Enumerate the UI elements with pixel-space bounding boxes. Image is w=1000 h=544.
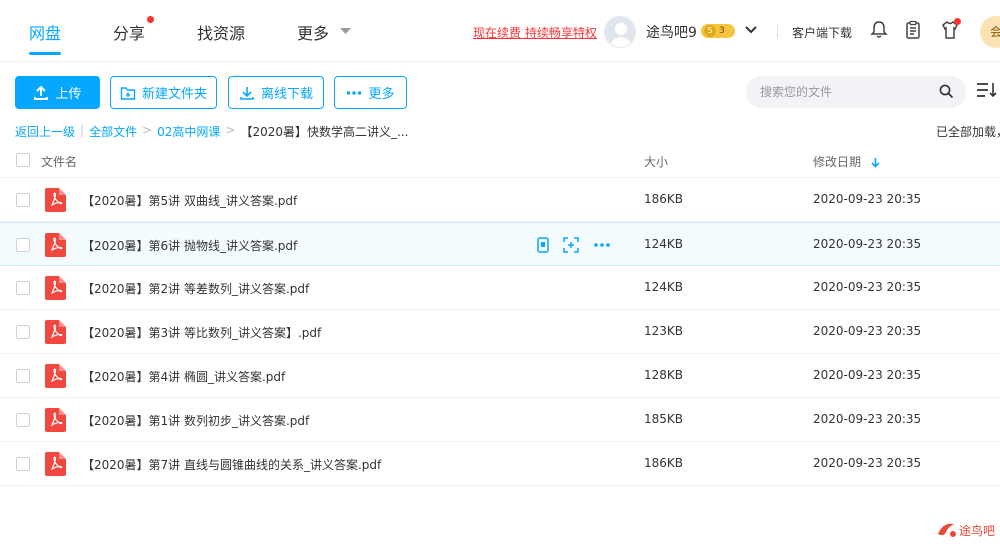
file-name[interactable]: 【2020暑】第5讲 双曲线_讲义答案.pdf	[82, 192, 297, 209]
offline-download-label: 离线下载	[260, 87, 313, 102]
watermark-text: 途鸟吧	[959, 523, 996, 538]
level-badge: 5 3	[701, 24, 735, 38]
tab-netdisk[interactable]: 网盘	[29, 20, 61, 44]
tab-more[interactable]: 更多	[297, 20, 329, 44]
file-name[interactable]: 【2020暑】第3讲 等比数列_讲义答案】.pdf	[82, 324, 321, 341]
sort-desc-icon[interactable]	[871, 157, 880, 168]
ellipsis-icon	[346, 90, 362, 96]
column-date-header[interactable]: 修改日期	[813, 153, 880, 170]
column-date-label: 修改日期	[813, 155, 862, 169]
phone-view-icon[interactable]	[537, 237, 549, 253]
new-folder-icon	[120, 85, 136, 101]
new-folder-label: 新建文件夹	[141, 87, 207, 102]
row-checkbox[interactable]	[16, 457, 30, 471]
share-link-icon[interactable]	[563, 237, 579, 253]
file-modified-date: 2020-09-23 20:35	[813, 192, 922, 206]
bell-icon[interactable]	[869, 20, 889, 40]
table-row[interactable]: 【2020暑】第4讲 椭圆_讲义答案.pdf 128KB 2020-09-23 20…	[0, 354, 1000, 398]
table-row[interactable]: 【2020暑】第2讲 等差数列_讲义答案.pdf 124KB 2020-09-23 …	[0, 266, 1000, 310]
breadcrumb-folder[interactable]: 02高中网课	[157, 123, 220, 140]
watermark-logo-icon	[938, 523, 956, 537]
vip-button[interactable]: 会	[980, 16, 1000, 48]
file-name[interactable]: 【2020暑】第1讲 数列初步_讲义答案.pdf	[82, 412, 309, 429]
pdf-file-icon	[45, 320, 66, 344]
watermark: 途鸟吧	[935, 520, 995, 540]
username[interactable]: 途鸟吧9	[646, 22, 697, 42]
active-tab-indicator	[29, 52, 61, 55]
file-name[interactable]: 【2020暑】第7讲 直线与圆锥曲线的关系_讲义答案.pdf	[82, 456, 381, 473]
column-name-header[interactable]: 文件名	[41, 153, 77, 170]
table-row[interactable]: 【2020暑】第5讲 双曲线_讲义答案.pdf 186KB 2020-09-23 2…	[0, 178, 1000, 222]
upload-label: 上传	[55, 87, 82, 102]
file-modified-date: 2020-09-23 20:35	[813, 324, 922, 338]
row-checkbox[interactable]	[16, 238, 30, 252]
pdf-file-icon	[45, 233, 66, 257]
tab-share[interactable]: 分享	[113, 20, 145, 44]
top-bar: 网盘 分享 找资源 更多 现在续费 持续畅享特权 途鸟吧9 5 3 客户端下载 …	[0, 0, 1000, 62]
file-modified-date: 2020-09-23 20:35	[813, 280, 922, 294]
offline-download-button[interactable]: 离线下载	[228, 76, 324, 109]
pdf-file-icon	[45, 276, 66, 300]
file-modified-date: 2020-09-23 20:35	[813, 237, 922, 251]
more-dropdown-icon[interactable]	[340, 28, 351, 35]
pdf-file-icon	[45, 452, 66, 476]
file-name[interactable]: 【2020暑】第6讲 抛物线_讲义答案.pdf	[82, 237, 297, 254]
level-coin-icon: 5	[704, 25, 716, 37]
table-row[interactable]: 【2020暑】第6讲 抛物线_讲义答案.pdf 124KB 2020-09-23 2…	[0, 222, 1000, 266]
pdf-file-icon	[45, 408, 66, 432]
share-notification-dot	[147, 16, 154, 23]
row-more-icon[interactable]	[593, 237, 611, 253]
new-folder-button[interactable]: 新建文件夹	[110, 76, 217, 109]
select-all-checkbox[interactable]	[16, 153, 30, 167]
upload-button[interactable]: 上传	[15, 76, 100, 109]
skin-notification-dot	[954, 18, 961, 25]
sort-list-icon[interactable]	[976, 81, 998, 99]
row-checkbox[interactable]	[16, 281, 30, 295]
table-row[interactable]: 【2020暑】第7讲 直线与圆锥曲线的关系_讲义答案.pdf 186KB 2020-…	[0, 442, 1000, 486]
table-header: 文件名 大小 修改日期	[0, 144, 1000, 178]
divider	[777, 24, 778, 38]
file-size: 123KB	[644, 324, 684, 338]
table-row[interactable]: 【2020暑】第3讲 等比数列_讲义答案】.pdf 123KB 2020-09-23…	[0, 310, 1000, 354]
tab-find-resources[interactable]: 找资源	[197, 20, 245, 44]
more-actions-label: 更多	[368, 87, 395, 102]
more-actions-button[interactable]: 更多	[334, 76, 407, 109]
file-modified-date: 2020-09-23 20:35	[813, 456, 922, 470]
row-checkbox[interactable]	[16, 413, 30, 427]
column-size-header[interactable]: 大小	[644, 153, 668, 170]
file-modified-date: 2020-09-23 20:35	[813, 368, 922, 382]
upload-icon	[33, 85, 49, 101]
row-actions	[537, 237, 611, 253]
client-download-link[interactable]: 客户端下载	[792, 24, 852, 41]
file-size: 124KB	[644, 280, 684, 294]
breadcrumb-back[interactable]: 返回上一级	[15, 123, 75, 140]
load-status: 已全部加载，	[936, 125, 1000, 139]
search-icon[interactable]	[939, 84, 954, 99]
row-checkbox[interactable]	[16, 325, 30, 339]
file-size: 128KB	[644, 368, 684, 382]
file-name[interactable]: 【2020暑】第2讲 等差数列_讲义答案.pdf	[82, 280, 309, 297]
file-modified-date: 2020-09-23 20:35	[813, 412, 922, 426]
pdf-file-icon	[45, 188, 66, 212]
chevron-down-icon[interactable]	[745, 24, 757, 36]
file-size: 186KB	[644, 456, 684, 470]
renew-link[interactable]: 现在续费 持续畅享特权	[473, 24, 597, 41]
avatar[interactable]	[604, 16, 636, 48]
file-size: 185KB	[644, 412, 684, 426]
breadcrumb: 返回上一级 | 全部文件 > 02高中网课 > 【2020暑】快数学高二讲义_.…	[15, 123, 409, 140]
row-checkbox[interactable]	[16, 193, 30, 207]
breadcrumb-all-files[interactable]: 全部文件	[89, 123, 137, 140]
search-input[interactable]	[760, 83, 930, 101]
breadcrumb-current: 【2020暑】快数学高二讲义_...	[240, 125, 409, 139]
pdf-file-icon	[45, 364, 66, 388]
row-checkbox[interactable]	[16, 369, 30, 383]
table-row[interactable]: 【2020暑】第1讲 数列初步_讲义答案.pdf 185KB 2020-09-23 …	[0, 398, 1000, 442]
file-size: 124KB	[644, 237, 684, 251]
file-name[interactable]: 【2020暑】第4讲 椭圆_讲义答案.pdf	[82, 368, 285, 385]
clipboard-icon[interactable]	[903, 20, 923, 40]
level-count: 3	[719, 26, 725, 36]
file-size: 186KB	[644, 192, 684, 206]
search-box	[746, 76, 966, 108]
download-icon	[239, 85, 255, 101]
